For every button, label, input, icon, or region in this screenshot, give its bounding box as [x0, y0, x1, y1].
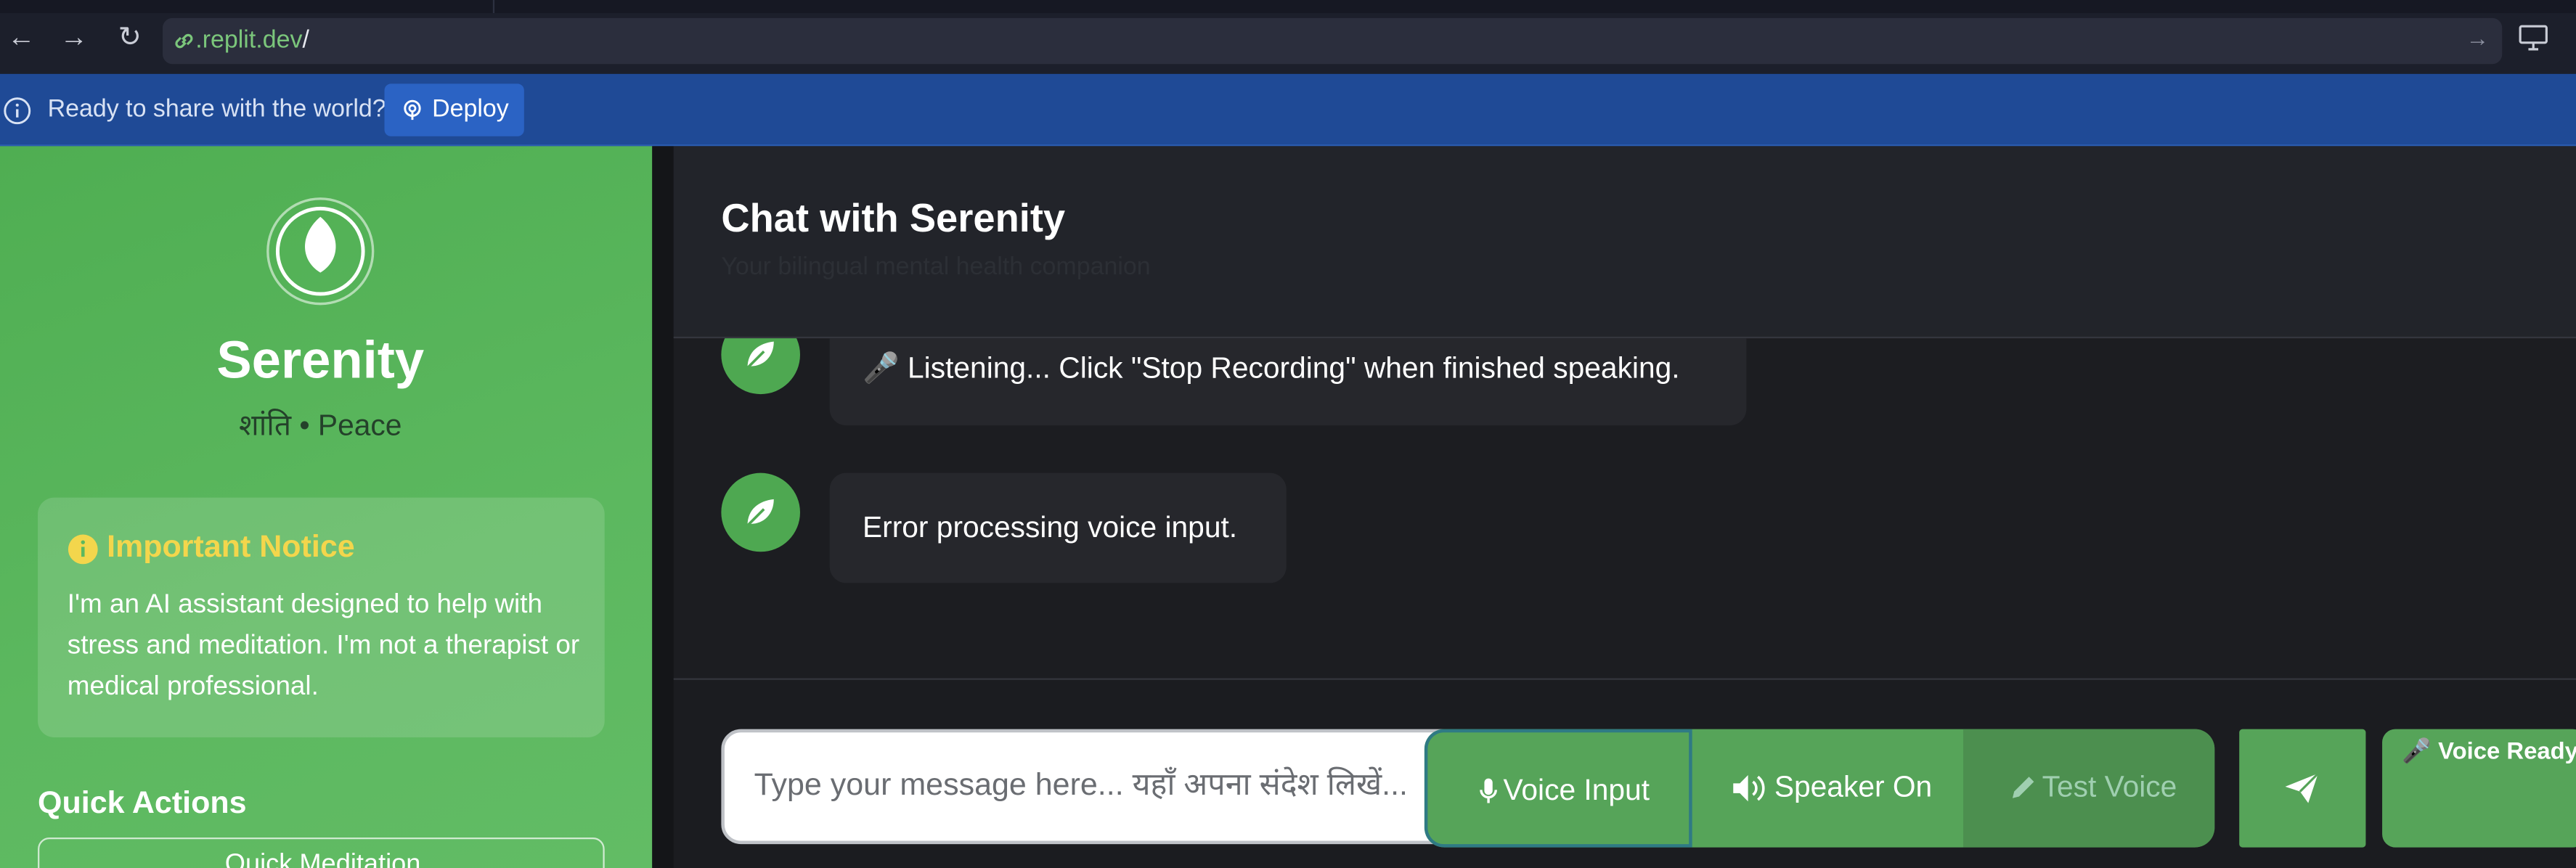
link-icon — [175, 33, 193, 49]
forward-button[interactable]: → — [57, 21, 90, 54]
leaf-logo-icon — [266, 197, 375, 306]
speaker-label: Speaker On — [1774, 770, 1933, 803]
deploy-icon — [404, 99, 421, 120]
notice-body: I'm an AI assistant designed to help wit… — [67, 589, 580, 702]
voice-controls: Voice Input Speaker On Test Voice — [1424, 729, 2215, 848]
message-input[interactable] — [721, 729, 1461, 845]
important-notice-card: Important Notice I'm an AI assistant des… — [38, 497, 605, 737]
bot-avatar — [721, 472, 800, 552]
chat-subtitle: Your bilingual mental health companion — [721, 253, 1151, 281]
app-title: Serenity — [216, 329, 425, 390]
notice-title: Important Notice — [107, 530, 355, 565]
reload-button[interactable]: ↻ — [113, 21, 146, 54]
tab-strip — [0, 0, 2576, 14]
message-list: 🎤 Listening... Click "Stop Recording" wh… — [674, 338, 2576, 678]
pencil-icon — [2012, 777, 2034, 798]
voice-input-button[interactable]: Voice Input — [1424, 729, 1692, 848]
quick-meditation-label: Quick Meditation — [224, 851, 421, 868]
info-circle-icon — [68, 534, 98, 565]
url-text: .replit.dev/ — [195, 26, 309, 54]
deploy-label: Deploy — [432, 95, 509, 123]
reload-icon: ↻ — [118, 21, 142, 53]
quick-actions-heading: Quick Actions — [38, 786, 247, 822]
paper-plane-icon — [2285, 772, 2319, 803]
overflow-icon[interactable] — [2566, 26, 2576, 49]
banner-message: Ready to share with the world? — [47, 95, 386, 123]
message-bubble: Error processing voice input. — [829, 472, 1287, 584]
sidebar: Serenity शांति • Peace Important Notice … — [0, 146, 653, 868]
message-text: Error processing voice input. — [862, 510, 1238, 544]
address-bar[interactable]: .replit.dev/ → — [163, 17, 2503, 65]
message-bubble: 🎤 Listening... Click "Stop Recording" wh… — [829, 338, 1747, 426]
panel-divider — [652, 146, 674, 868]
chat-title: Chat with Serenity — [721, 197, 1066, 242]
speaker-icon — [1733, 775, 1765, 802]
go-arrow-icon[interactable]: → — [2466, 25, 2489, 51]
back-arrow-icon: ← — [7, 21, 36, 53]
info-icon — [4, 97, 31, 125]
monitor-icon[interactable] — [2519, 25, 2548, 51]
tab-divider — [492, 0, 495, 14]
deploy-button[interactable]: Deploy — [384, 83, 524, 136]
back-button[interactable]: ← — [5, 21, 38, 54]
quick-meditation-button[interactable]: Quick Meditation — [38, 838, 605, 868]
message-text: 🎤 Listening... Click "Stop Recording" wh… — [862, 351, 1680, 385]
leaf-icon — [746, 499, 774, 527]
message-composer: Voice Input Speaker On Test Voice — [673, 678, 2576, 868]
browser-toolbar: ← → ↻ .replit.dev/ → — [0, 0, 2576, 74]
deploy-banner: Ready to share with the world? Deploy — [0, 73, 2576, 147]
bot-avatar — [721, 338, 800, 395]
send-button[interactable] — [2239, 729, 2366, 848]
url-path: / — [302, 26, 309, 54]
microphone-icon — [1480, 778, 1497, 803]
voice-input-label: Voice Input — [1503, 773, 1650, 807]
forward-arrow-icon: → — [60, 21, 89, 53]
test-voice-label: Test Voice — [2042, 770, 2177, 803]
chat-header: Chat with Serenity Your bilingual mental… — [673, 146, 2576, 339]
test-voice-button[interactable]: Test Voice — [1963, 729, 2215, 848]
speaker-toggle-button[interactable]: Speaker On — [1692, 729, 1963, 848]
voice-status-text: 🎤 Voice Ready — [2402, 739, 2576, 766]
url-host: .replit.dev — [195, 26, 303, 54]
voice-status-badge: 🎤 Voice Ready — [2382, 729, 2576, 848]
chat-panel: Chat with Serenity Your bilingual mental… — [652, 146, 2576, 868]
app-subtitle: शांति • Peace — [239, 409, 402, 442]
leaf-icon — [746, 341, 774, 369]
